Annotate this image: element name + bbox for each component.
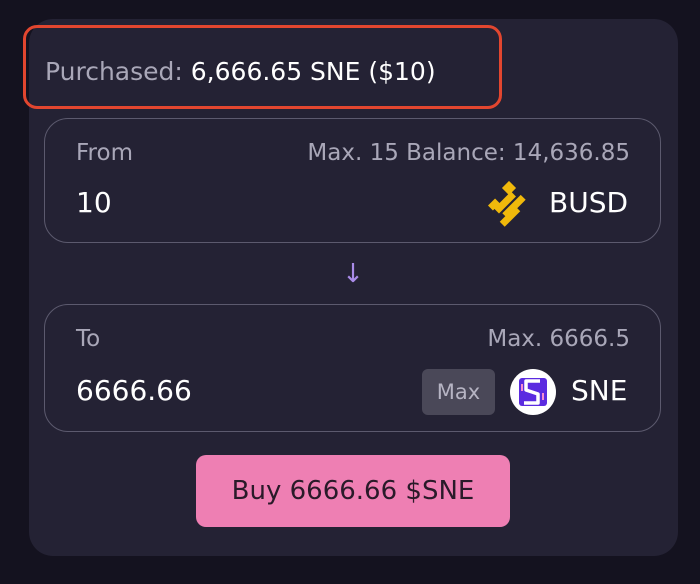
from-label: From — [76, 140, 133, 166]
to-token-label[interactable]: SNE — [571, 373, 627, 409]
max-button[interactable]: Max — [422, 369, 495, 415]
purchased-value: 6,666.65 SNE ($10) — [190, 57, 436, 86]
from-amount-input[interactable]: 10 — [76, 185, 112, 221]
buy-button[interactable]: Buy 6666.66 $SNE — [196, 455, 510, 527]
arrow-down-icon: ↓ — [342, 259, 364, 289]
purchased-label: Purchased: — [45, 57, 183, 86]
purchased-summary: Purchased: 6,666.65 SNE ($10) — [45, 54, 436, 90]
sne-logo-icon — [510, 369, 556, 415]
to-max: Max. 6666.5 — [487, 326, 630, 352]
from-token-label[interactable]: BUSD — [549, 185, 628, 221]
from-max-balance: Max. 15 Balance: 14,636.85 — [307, 140, 630, 166]
busd-logo-icon — [487, 181, 526, 227]
to-amount-input[interactable]: 6666.66 — [76, 373, 192, 409]
from-panel — [44, 118, 661, 243]
to-label: To — [76, 326, 101, 352]
